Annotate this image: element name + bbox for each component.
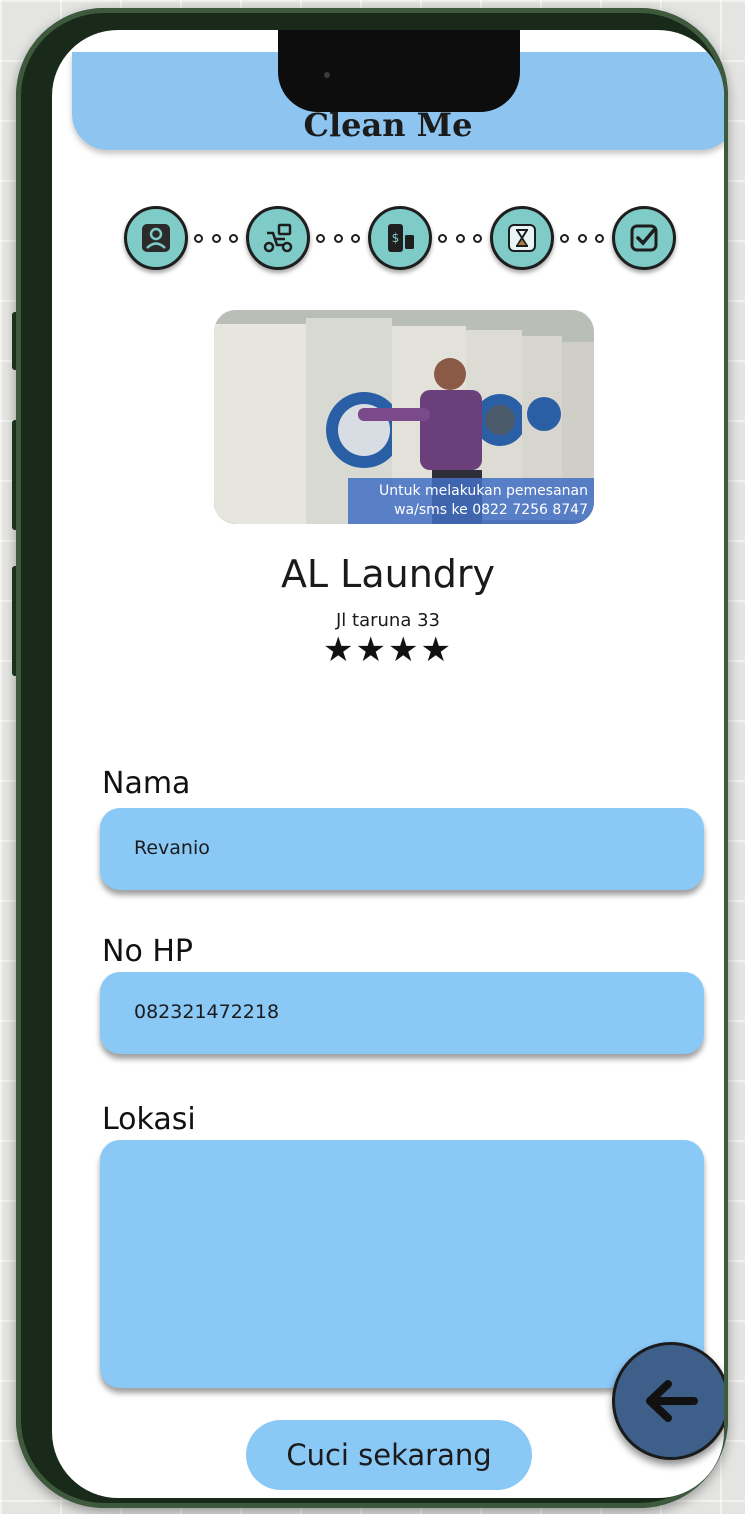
step-connector: [560, 232, 604, 244]
store-address: Jl taruna 33: [336, 610, 440, 631]
phone-frame: Clean Me $ Untuk melakukan pemesanan wa/…: [16, 8, 728, 1508]
step-connector: [438, 232, 482, 244]
lokasi-label: Lokasi: [102, 1102, 196, 1137]
order-contact-caption: Untuk melakukan pemesanan wa/sms ke 0822…: [348, 478, 594, 524]
scooter-delivery-icon-glyph: [263, 223, 293, 253]
scooter-delivery-icon[interactable]: [246, 206, 310, 270]
caption-line-1: Untuk melakukan pemesanan: [378, 483, 588, 499]
laundry-banner-image: Untuk melakukan pemesanan wa/sms ke 0822…: [214, 310, 594, 524]
progress-steps: $: [124, 206, 684, 278]
nama-value: Revanio: [134, 837, 210, 859]
step-connector: [316, 232, 360, 244]
svg-text:$: $: [392, 231, 400, 245]
phone-screen: Clean Me $ Untuk melakukan pemesanan wa/…: [52, 30, 724, 1498]
no-hp-field[interactable]: 082321472218: [100, 972, 704, 1054]
camera-icon: [324, 72, 330, 78]
hourglass-icon-glyph: [508, 224, 536, 252]
checkmark-icon[interactable]: [612, 206, 676, 270]
cuci-sekarang-button[interactable]: Cuci sekarang: [246, 1420, 532, 1490]
user-icon-glyph: [142, 224, 170, 252]
caption-line-2: wa/sms ke 0822 7256 8747: [394, 502, 588, 518]
nama-field[interactable]: Revanio: [100, 808, 704, 890]
no-hp-label: No HP: [102, 934, 193, 969]
checkmark-icon-glyph: [630, 224, 658, 252]
no-hp-value: 082321472218: [134, 1001, 280, 1023]
payment-icon[interactable]: $: [368, 206, 432, 270]
store-name: AL Laundry: [280, 552, 496, 596]
store-rating-stars: ★★★★: [323, 630, 453, 670]
payment-icon-glyph: $: [388, 224, 414, 252]
back-button[interactable]: [612, 1342, 724, 1460]
arrow-left-icon: [646, 1380, 698, 1422]
lokasi-field[interactable]: [100, 1140, 704, 1388]
notch: [278, 30, 520, 112]
hourglass-icon[interactable]: [490, 206, 554, 270]
step-connector: [194, 232, 238, 244]
user-icon[interactable]: [124, 206, 188, 270]
nama-label: Nama: [102, 766, 191, 801]
